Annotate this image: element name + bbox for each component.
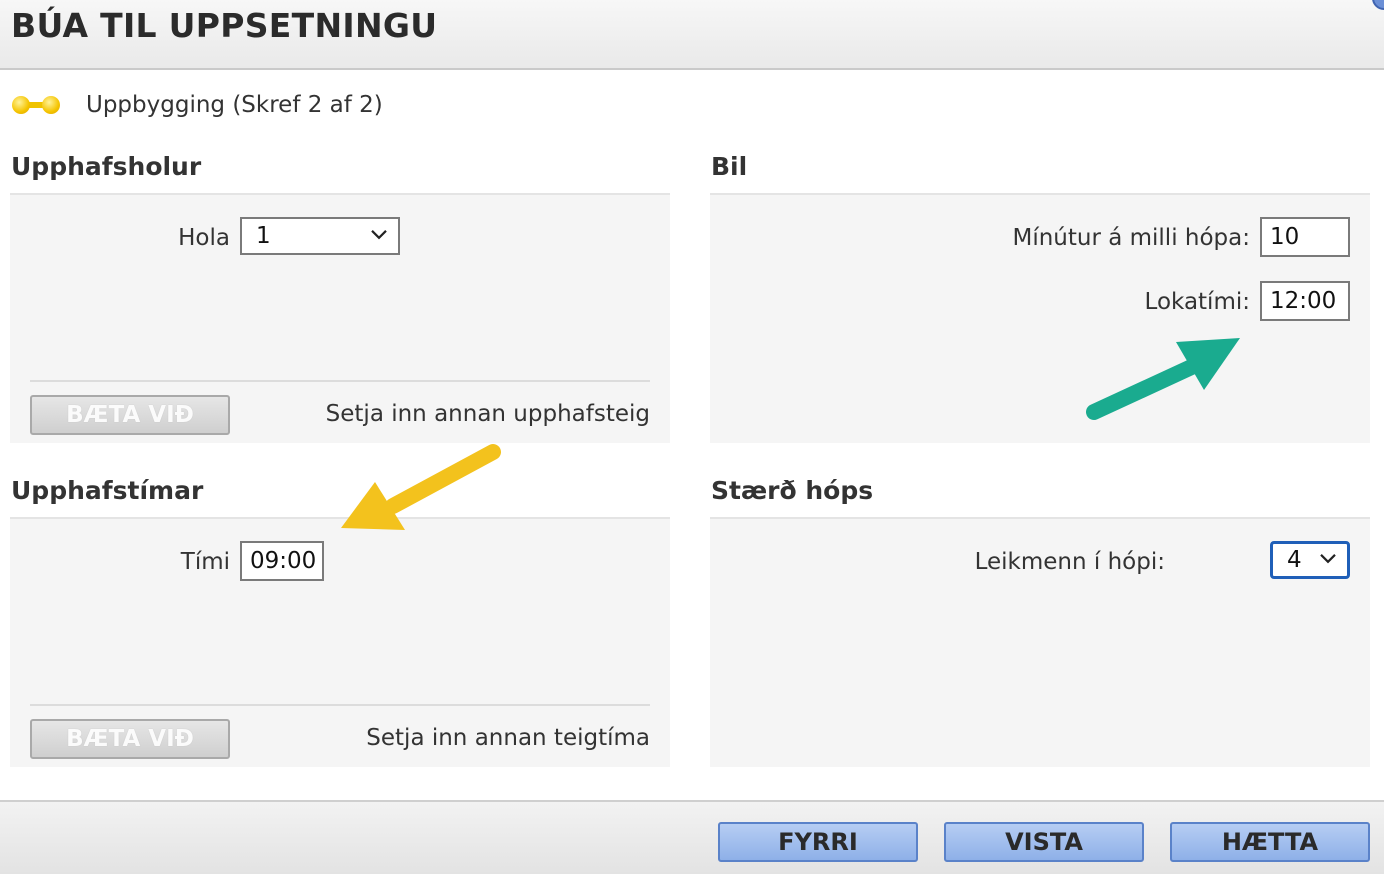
cancel-button[interactable]: HÆTTA <box>1170 822 1370 862</box>
group-size-panel: Leikmenn í hópi: 4 <box>710 517 1370 767</box>
step-indicator: Uppbygging (Skref 2 af 2) <box>12 88 383 122</box>
minutes-input[interactable]: 10 <box>1260 217 1350 257</box>
time-label: Tími <box>180 549 230 575</box>
interval-title: Bil <box>711 152 748 181</box>
end-time-input[interactable]: 12:00 <box>1260 281 1350 321</box>
start-holes-title: Upphafsholur <box>11 152 202 181</box>
players-select[interactable]: 4 <box>1270 541 1350 579</box>
previous-button[interactable]: FYRRI <box>718 822 918 862</box>
minutes-label: Mínútur á milli hópa: <box>1012 225 1250 251</box>
chevron-down-icon <box>1320 554 1336 564</box>
divider <box>30 704 650 706</box>
group-size-title: Stærð hóps <box>711 476 874 505</box>
hole-label: Hola <box>178 225 230 251</box>
arrow-annotation-icon <box>341 444 501 530</box>
players-select-value: 4 <box>1287 547 1302 573</box>
interval-panel: Mínútur á milli hópa: 10 Lokatími: 12:00 <box>710 193 1370 443</box>
save-button[interactable]: VISTA <box>944 822 1144 862</box>
add-start-hole-button[interactable]: BÆTA VIÐ <box>30 395 230 435</box>
hole-select[interactable]: 1 <box>240 217 400 255</box>
hole-select-value: 1 <box>256 223 271 249</box>
step-label: Uppbygging (Skref 2 af 2) <box>86 92 383 118</box>
players-label: Leikmenn í hópi: <box>974 549 1165 575</box>
chevron-down-icon <box>371 230 387 240</box>
end-time-label: Lokatími: <box>1144 289 1250 315</box>
time-input[interactable]: 09:00 <box>240 541 324 581</box>
divider <box>30 380 650 382</box>
page-title: BÚA TIL UPPSETNINGU <box>11 6 438 45</box>
add-start-hole-hint: Setja inn annan upphafsteig <box>325 401 650 427</box>
arrow-annotation-icon <box>1086 338 1240 420</box>
dialog-header: BÚA TIL UPPSETNINGU <box>0 0 1384 70</box>
help-icon[interactable] <box>1372 0 1384 10</box>
step-progress-icon <box>12 94 62 116</box>
start-times-panel: Tími 09:00 BÆTA VIÐ Setja inn annan teig… <box>10 517 670 767</box>
start-holes-panel: Hola 1 BÆTA VIÐ Setja inn annan upphafst… <box>10 193 670 443</box>
add-start-time-button[interactable]: BÆTA VIÐ <box>30 719 230 759</box>
add-start-time-hint: Setja inn annan teigtíma <box>366 725 650 751</box>
start-times-title: Upphafstímar <box>11 476 204 505</box>
